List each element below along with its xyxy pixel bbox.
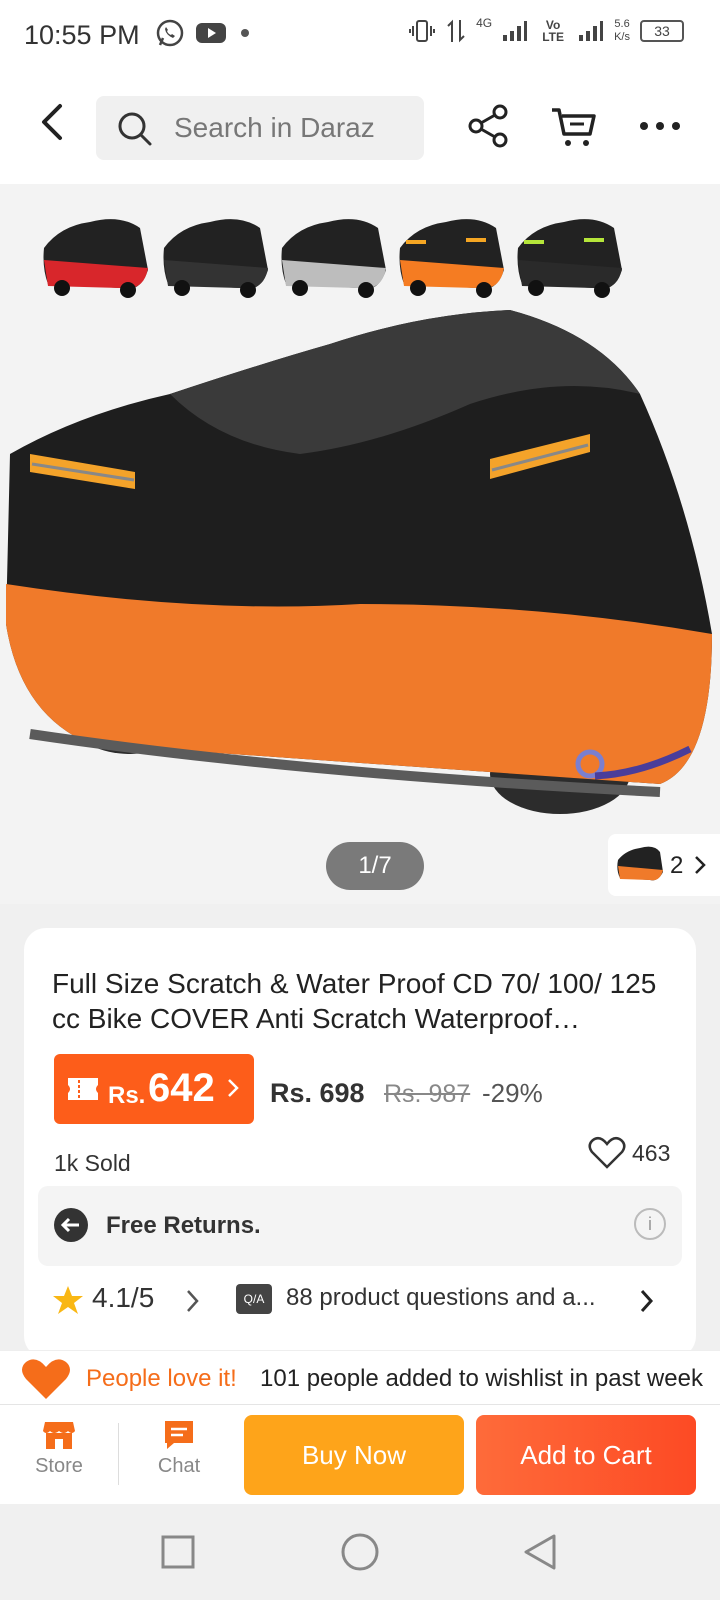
signal-icon-2	[579, 21, 604, 41]
more-images-button[interactable]: 2	[608, 834, 720, 896]
variant-thumbnail-black[interactable]	[160, 208, 270, 308]
people-love-banner: People love it! 101 people added to wish…	[0, 1350, 720, 1404]
voucher-price: 642	[148, 1066, 215, 1110]
product-main-image	[6, 310, 712, 814]
add-to-cart-button[interactable]: Add to Cart	[476, 1415, 696, 1495]
voucher-icon	[68, 1078, 98, 1100]
discount-percent: -29%	[482, 1078, 543, 1108]
system-navigation-bar	[0, 1504, 720, 1600]
chevron-right-icon[interactable]	[638, 1286, 656, 1316]
signal-icon	[503, 21, 528, 41]
system-icons: 4G Vo LTE 5.6 K/s 33	[408, 16, 684, 44]
wishlist-count: 463	[632, 1139, 671, 1166]
chevron-right-icon[interactable]	[184, 1286, 202, 1316]
whatsapp-icon	[156, 19, 184, 47]
data-transfer-icon	[447, 19, 465, 43]
rating-value[interactable]: 4.1/5	[92, 1282, 154, 1314]
product-title: Full Size Scratch & Water Proof CD 70/ 1…	[52, 968, 657, 1034]
chevron-right-icon	[695, 856, 706, 874]
variant-thumbnail-silver[interactable]	[278, 208, 388, 308]
cart-icon[interactable]	[550, 102, 598, 150]
chat-icon	[165, 1421, 193, 1449]
voucher-price-button[interactable]: Rs. 642	[54, 1054, 254, 1124]
qa-badge-icon: Q/A	[236, 1284, 272, 1314]
variant-thumbnail-red[interactable]	[40, 208, 150, 308]
net-speed: 5.6 K/s	[614, 18, 630, 44]
more-images-count: 2	[670, 852, 684, 879]
product-image-gallery[interactable]: 1/7 2	[0, 184, 720, 904]
banner-text: 101 people added to wishlist in past wee…	[260, 1365, 703, 1392]
banner-highlight: People love it!	[86, 1365, 237, 1392]
voucher-currency: Rs.	[108, 1082, 146, 1109]
image-counter: 1/7	[326, 842, 424, 890]
net-speed-value: 5.6	[614, 18, 630, 30]
status-time: 10:55 PM	[24, 20, 140, 50]
top-header: Search in Daraz	[0, 72, 720, 184]
recent-apps-icon[interactable]	[160, 1534, 196, 1570]
store-label: Store	[35, 1455, 83, 1477]
more-options-icon[interactable]	[636, 102, 684, 150]
chat-label: Chat	[157, 1455, 201, 1477]
chat-button[interactable]: Chat	[134, 1419, 224, 1478]
back-arrow-icon[interactable]	[30, 100, 74, 144]
youtube-icon	[196, 23, 226, 43]
heart-icon	[588, 1136, 626, 1169]
divider	[118, 1423, 119, 1485]
free-returns-label: Free Returns.	[106, 1212, 261, 1239]
status-bar: 10:55 PM 4G Vo LTE 5.6 K/s 33	[0, 0, 720, 72]
share-icon[interactable]	[464, 102, 512, 150]
free-returns-row[interactable]: Free Returns. i	[38, 1186, 682, 1266]
volte-label: Vo LTE	[542, 18, 564, 44]
bottom-action-bar: Store Chat Buy Now Add to Cart	[0, 1404, 720, 1504]
sold-count: 1k Sold	[54, 1150, 131, 1176]
notification-icons	[155, 18, 253, 48]
battery-indicator: 33	[640, 20, 684, 42]
variant-thumbnail-green[interactable]	[514, 208, 624, 308]
more-images-thumbnail	[617, 846, 663, 881]
heart-filled-icon	[22, 1359, 70, 1399]
vibrate-icon	[409, 20, 436, 42]
variant-thumbnail-orange[interactable]	[396, 208, 506, 308]
search-input[interactable]: Search in Daraz	[96, 96, 424, 160]
store-icon	[43, 1422, 75, 1449]
star-icon	[53, 1286, 83, 1314]
home-icon[interactable]	[340, 1532, 380, 1572]
network-type-label: 4G	[476, 16, 493, 30]
back-icon[interactable]	[522, 1532, 558, 1572]
rating-qa-row: 4.1/5 Q/A 88 product questions and a...	[52, 1278, 672, 1328]
store-button[interactable]: Store	[14, 1419, 104, 1478]
wishlist-button[interactable]: 463	[588, 1136, 670, 1170]
qa-text[interactable]: 88 product questions and a...	[286, 1284, 596, 1312]
search-placeholder: Search in Daraz	[174, 112, 375, 143]
search-icon	[118, 112, 152, 146]
product-info-card: Full Size Scratch & Water Proof CD 70/ 1…	[24, 928, 696, 1358]
chevron-right-icon	[228, 1079, 239, 1097]
original-price: Rs. 987	[384, 1080, 471, 1108]
return-icon	[54, 1208, 88, 1242]
info-icon[interactable]: i	[634, 1208, 666, 1240]
buy-now-button[interactable]: Buy Now	[244, 1415, 464, 1495]
net-speed-unit: K/s	[614, 31, 630, 43]
dot-icon	[241, 29, 249, 37]
current-price: Rs. 698	[270, 1078, 365, 1108]
